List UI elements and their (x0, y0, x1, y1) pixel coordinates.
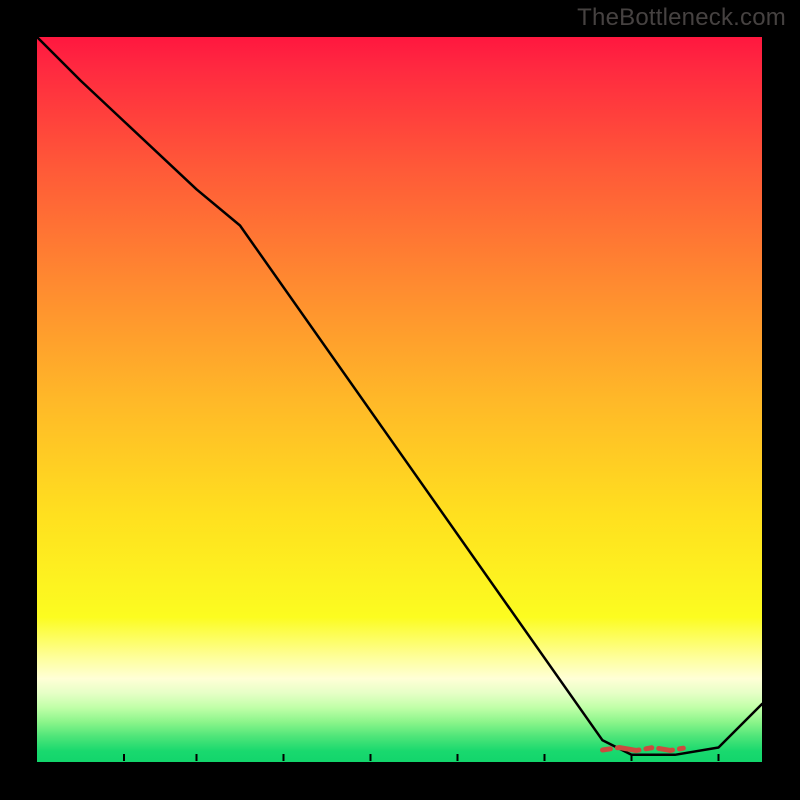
optimal-range-marker (603, 748, 705, 751)
bottleneck-curve (37, 37, 762, 755)
attribution-text: TheBottleneck.com (577, 4, 786, 32)
chart-svg-layer (37, 37, 762, 762)
page-root: TheBottleneck.com (0, 0, 800, 800)
chart-plot-area (37, 37, 762, 762)
